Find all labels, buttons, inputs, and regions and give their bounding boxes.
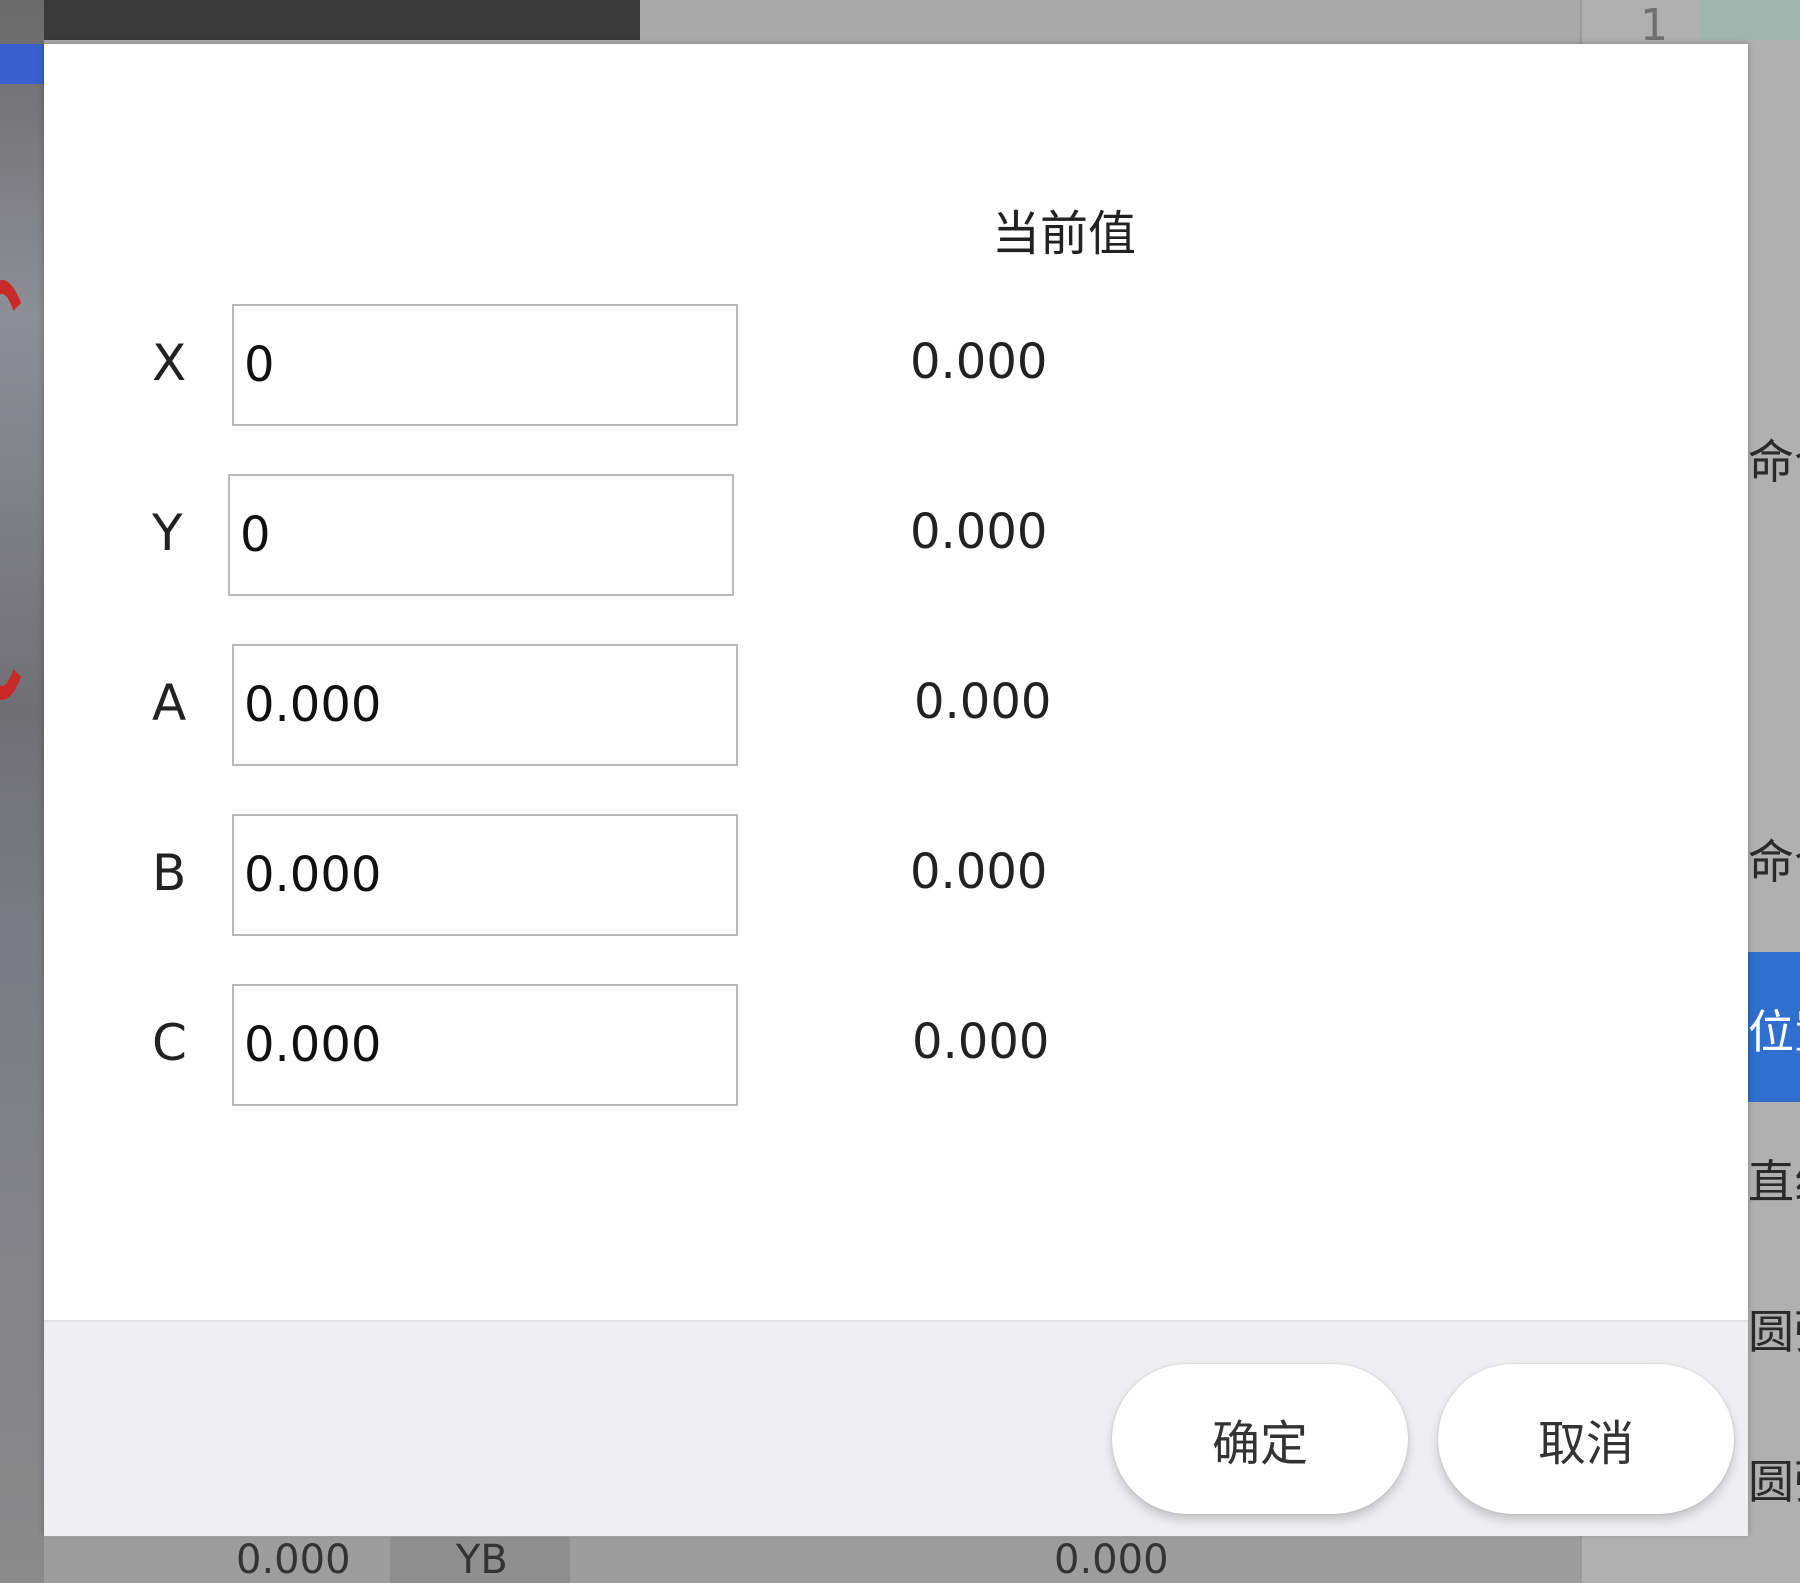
y-input[interactable] [228, 474, 734, 596]
a-input[interactable] [232, 644, 738, 766]
b-input[interactable] [232, 814, 738, 936]
background-command-label: 命令 [1748, 435, 1800, 489]
x-current-value: 0.000 [910, 334, 1048, 390]
axis-label-c: C [152, 1014, 187, 1072]
background-command-label: 命令 [1748, 835, 1800, 889]
background-status-label: YB [456, 1537, 508, 1583]
coordinate-dialog: 当前值 X 0.000 Y 0.000 A 0.000 B 0.000 C 0.… [44, 44, 1748, 1536]
background-panel-header [1700, 0, 1800, 40]
c-current-value: 0.000 [912, 1014, 1050, 1070]
background-toolbar [0, 0, 640, 40]
background-status-value: 0.000 [236, 1537, 351, 1583]
axis-row-a: A 0.000 [44, 644, 1748, 770]
dialog-body: 当前值 X 0.000 Y 0.000 A 0.000 B 0.000 C 0.… [44, 44, 1748, 1320]
y-current-value: 0.000 [910, 504, 1048, 560]
background-line-label: 直线 [1748, 1155, 1800, 1209]
background-arc-label: 圆弧 [1748, 1305, 1800, 1359]
x-input[interactable] [232, 304, 738, 426]
cancel-button[interactable]: 取消 [1438, 1364, 1734, 1514]
b-current-value: 0.000 [910, 844, 1048, 900]
a-current-value: 0.000 [914, 674, 1052, 730]
background-view-accent [0, 44, 44, 84]
confirm-button[interactable]: 确定 [1112, 1364, 1408, 1514]
current-value-header: 当前值 [991, 206, 1136, 262]
axis-row-b: B 0.000 [44, 814, 1748, 940]
background-position-label: 位置 [1748, 1005, 1800, 1059]
axis-row-y: Y 0.000 [44, 474, 1748, 600]
axis-label-y: Y [152, 504, 183, 562]
c-input[interactable] [232, 984, 738, 1106]
background-arc-label: 圆弧 [1748, 1455, 1800, 1509]
axis-label-x: X [152, 334, 187, 392]
background-status-value: 0.000 [1054, 1537, 1169, 1583]
axis-row-c: C 0.000 [44, 984, 1748, 1110]
axis-label-a: A [152, 674, 187, 732]
dialog-footer: 确定 取消 [44, 1320, 1748, 1536]
background-3d-view [0, 0, 44, 1583]
axis-label-b: B [152, 844, 187, 902]
axis-row-x: X 0.000 [44, 304, 1748, 430]
